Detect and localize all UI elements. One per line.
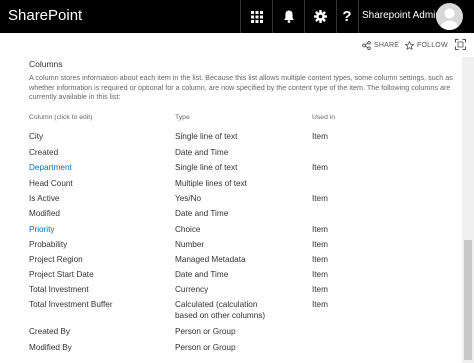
section-description: A column stores information about each i…	[29, 73, 453, 101]
column-name-link[interactable]: Head Count	[29, 179, 73, 189]
column-name-link[interactable]: Project Start Date	[29, 270, 94, 280]
column-used-in: Item	[312, 285, 328, 294]
follow-label: FOLLOW	[417, 42, 448, 49]
bell-icon	[283, 10, 294, 23]
column-name-link[interactable]: Total Investment	[29, 285, 89, 295]
column-type: Person or Group	[175, 343, 236, 352]
column-name-link[interactable]: Probability	[29, 240, 67, 250]
column-name-link[interactable]: Created	[29, 148, 58, 158]
column-type: Date and Time	[175, 209, 229, 218]
column-type: Currency	[175, 285, 209, 294]
column-header-name: Column (click to edit)	[29, 114, 93, 121]
avatar[interactable]	[436, 3, 463, 30]
action-bar: SHARE FOLLOW	[0, 33, 474, 57]
column-header-used-in: Used in	[312, 114, 336, 121]
share-icon	[362, 41, 371, 50]
app-launcher-icon	[250, 10, 263, 23]
column-type: Multiple lines of text	[175, 179, 247, 188]
column-type: based on other columns)	[175, 311, 266, 320]
main-content: Columns A column stores information abou…	[0, 57, 462, 363]
column-type: Single line of text	[175, 132, 238, 141]
gear-icon	[314, 10, 327, 23]
app-launcher-button[interactable]	[240, 0, 273, 33]
column-type: Single line of text	[175, 163, 238, 172]
column-name-link[interactable]: Is Active	[29, 194, 60, 204]
column-name-link[interactable]: Created By	[29, 327, 70, 337]
column-used-in: Item	[312, 163, 328, 172]
expand-icon	[455, 39, 466, 50]
column-type: Managed Metadata	[175, 255, 246, 264]
person-icon	[440, 8, 459, 30]
column-name-link[interactable]: Department	[29, 163, 72, 173]
column-type: Number	[175, 240, 205, 249]
share-button[interactable]: SHARE	[362, 41, 399, 50]
column-used-in: Item	[312, 270, 328, 279]
column-used-in: Item	[312, 132, 328, 141]
settings-button[interactable]	[304, 0, 337, 33]
help-button[interactable]: ?	[336, 0, 358, 33]
divider	[358, 0, 359, 33]
column-name-link[interactable]: Total Investment Buffer	[29, 300, 113, 310]
column-type: Calculated (calculation	[175, 300, 258, 309]
star-icon	[405, 41, 414, 50]
column-type: Choice	[175, 225, 201, 234]
column-name-link[interactable]: City	[29, 132, 43, 142]
column-name-link[interactable]: Priority	[29, 225, 54, 235]
column-type: Person or Group	[175, 327, 236, 336]
suite-bar: SharePoint ? Sharepoint Admini...	[0, 0, 474, 33]
section-title: Columns	[29, 59, 63, 69]
scrollbar-thumb[interactable]	[464, 240, 472, 360]
column-name-link[interactable]: Modified By	[29, 343, 72, 353]
brand-title[interactable]: SharePoint	[8, 7, 82, 25]
follow-button[interactable]: FOLLOW	[405, 41, 448, 50]
column-used-in: Item	[312, 300, 328, 309]
column-type: Date and Time	[175, 148, 229, 157]
notifications-button[interactable]	[272, 0, 305, 33]
column-header-type: Type	[175, 114, 190, 121]
vertical-scrollbar[interactable]	[462, 57, 474, 363]
column-type: Yes/No	[175, 194, 202, 203]
column-type: Date and Time	[175, 270, 229, 279]
column-used-in: Item	[312, 255, 328, 264]
column-used-in: Item	[312, 225, 328, 234]
focus-content-button[interactable]	[455, 39, 469, 50]
column-used-in: Item	[312, 240, 328, 249]
column-name-link[interactable]: Project Region	[29, 255, 83, 265]
share-label: SHARE	[374, 42, 400, 49]
column-used-in: Item	[312, 194, 328, 203]
help-icon: ?	[342, 8, 352, 25]
column-name-link[interactable]: Modified	[29, 209, 60, 219]
